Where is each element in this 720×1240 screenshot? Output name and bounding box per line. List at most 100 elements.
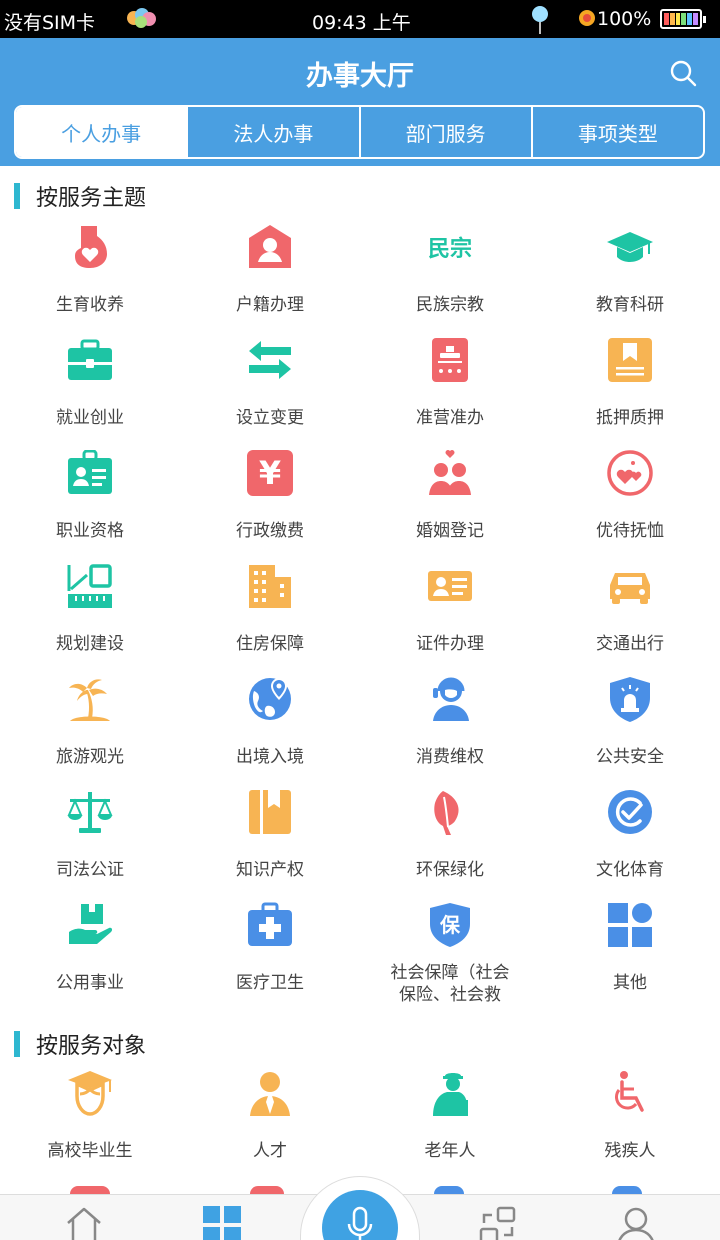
elderly-icon [427, 1070, 473, 1116]
app-header: 办事大厅 个人办事 法人办事 部门服务 事项类型 [0, 38, 720, 166]
service-item-label: 设立变更 [236, 408, 304, 428]
service-item-label: 文化体育 [596, 860, 664, 880]
service-item-ethnic-religion[interactable]: 民宗 民族宗教 [360, 224, 540, 337]
section-title-text: 按服务对象 [36, 1034, 147, 1059]
license-stamp-icon [427, 337, 473, 383]
tab-legal-entity[interactable]: 法人办事 [186, 107, 358, 157]
search-icon[interactable] [668, 58, 698, 88]
section-title-text: 按服务主题 [36, 186, 147, 211]
service-item-label: 就业创业 [56, 408, 124, 428]
service-item-label: 教育科研 [596, 295, 664, 315]
service-item-other[interactable]: 其他 [540, 902, 720, 1015]
service-item-label: 抵押质押 [596, 408, 664, 428]
service-item-birth-adoption[interactable]: 生育收养 [0, 224, 180, 337]
next-row-icon-peek [612, 1186, 642, 1194]
service-item-certificate[interactable]: 证件办理 [360, 563, 540, 676]
id-badge-icon [67, 450, 113, 496]
balloon-pin-icon [532, 6, 548, 34]
target-item-label: 残疾人 [604, 1141, 656, 1161]
pregnancy-icon [67, 224, 113, 270]
service-item-label: 交通出行 [596, 634, 664, 654]
car-icon [607, 563, 653, 609]
target-item-label: 人才 [253, 1141, 287, 1161]
next-row-icon-peek [70, 1186, 110, 1194]
grid-other-icon [607, 902, 653, 948]
target-item-label: 高校毕业生 [47, 1141, 133, 1161]
service-item-public-safety[interactable]: 公共安全 [540, 676, 720, 789]
couple-icon [427, 450, 473, 496]
tab-item-type[interactable]: 事项类型 [530, 107, 703, 157]
swap-squares-icon[interactable] [478, 1205, 518, 1240]
service-item-label: 行政缴费 [236, 521, 304, 541]
service-item-qualification[interactable]: 职业资格 [0, 450, 180, 563]
battery-icon [660, 9, 706, 29]
service-item-planning[interactable]: 规划建设 [0, 563, 180, 676]
service-item-label: 医疗卫生 [236, 973, 304, 993]
briefcase-icon [67, 337, 113, 383]
customer-service-icon [427, 676, 473, 722]
service-item-label: 户籍办理 [236, 295, 304, 315]
service-item-admin-fee[interactable]: ¥ 行政缴费 [180, 450, 360, 563]
service-item-social-security[interactable]: 保 社会保障（社会保险、社会救 [360, 902, 540, 1015]
page-title: 办事大厅 [306, 61, 414, 92]
household-register-icon [247, 224, 293, 270]
service-item-label: 出境入境 [236, 747, 304, 767]
microphone-icon [347, 1206, 373, 1240]
service-item-label: 旅游观光 [56, 747, 124, 767]
service-item-label: 证件办理 [416, 634, 484, 654]
tab-personal[interactable]: 个人办事 [16, 107, 187, 157]
id-card-icon [427, 563, 473, 609]
home-icon[interactable] [64, 1205, 104, 1240]
service-item-utilities[interactable]: 公用事业 [0, 902, 180, 1015]
hand-box-icon [67, 902, 113, 948]
service-item-label: 消费维权 [416, 747, 484, 767]
service-item-tourism[interactable]: 旅游观光 [0, 676, 180, 789]
service-item-medical[interactable]: 医疗卫生 [180, 902, 360, 1015]
target-item-elderly[interactable]: 老年人 [360, 1070, 540, 1183]
service-item-transport[interactable]: 交通出行 [540, 563, 720, 676]
service-item-preferential[interactable]: 优待抚恤 [540, 450, 720, 563]
service-item-entry-exit[interactable]: 出境入境 [180, 676, 360, 789]
service-item-establish-change[interactable]: 设立变更 [180, 337, 360, 450]
service-item-marriage[interactable]: 婚姻登记 [360, 450, 540, 563]
service-item-housing[interactable]: 住房保障 [180, 563, 360, 676]
section-accent-bar [14, 1031, 20, 1057]
bookmark-doc-icon [607, 337, 653, 383]
service-item-label: 司法公证 [56, 860, 124, 880]
service-item-education[interactable]: 教育科研 [540, 224, 720, 337]
service-item-label: 婚姻登记 [416, 521, 484, 541]
planning-ruler-icon [67, 563, 113, 609]
social-security-shield-icon: 保 [427, 902, 473, 948]
service-item-label: 住房保障 [236, 634, 304, 654]
service-item-ip[interactable]: 知识产权 [180, 789, 360, 902]
service-item-mortgage[interactable]: 抵押质押 [540, 337, 720, 450]
service-item-label: 规划建设 [56, 634, 124, 654]
service-item-culture-sports[interactable]: 文化体育 [540, 789, 720, 902]
service-item-household[interactable]: 户籍办理 [180, 224, 360, 337]
palm-tree-icon [67, 676, 113, 722]
scales-icon [67, 789, 113, 835]
service-item-judicial[interactable]: 司法公证 [0, 789, 180, 902]
service-item-label: 民族宗教 [416, 295, 484, 315]
user-icon[interactable] [616, 1205, 656, 1240]
service-item-label: 环保绿化 [416, 860, 484, 880]
target-item-graduates[interactable]: 高校毕业生 [0, 1070, 180, 1183]
target-item-disabled[interactable]: 残疾人 [540, 1070, 720, 1183]
service-item-label: 公共安全 [596, 747, 664, 767]
apps-grid-icon[interactable] [202, 1205, 242, 1240]
category-tabs: 个人办事 法人办事 部门服务 事项类型 [14, 105, 705, 159]
carrier-text: 没有SIM卡 [4, 12, 96, 34]
service-item-environment[interactable]: 环保绿化 [360, 789, 540, 902]
service-item-consumer-rights[interactable]: 消费维权 [360, 676, 540, 789]
section-title-theme: 按服务主题 [14, 182, 147, 211]
medical-kit-icon [247, 902, 293, 948]
service-item-label: 准营准办 [416, 408, 484, 428]
service-item-business-permit[interactable]: 准营准办 [360, 337, 540, 450]
tab-department[interactable]: 部门服务 [358, 107, 531, 157]
next-row-icon-peek [434, 1186, 464, 1194]
status-bar: 没有SIM卡 09:43 上午 100% [0, 0, 720, 38]
yuan-icon: ¥ [247, 450, 293, 496]
target-item-talent[interactable]: 人才 [180, 1070, 360, 1183]
service-item-label: 知识产权 [236, 860, 304, 880]
service-item-employment[interactable]: 就业创业 [0, 337, 180, 450]
